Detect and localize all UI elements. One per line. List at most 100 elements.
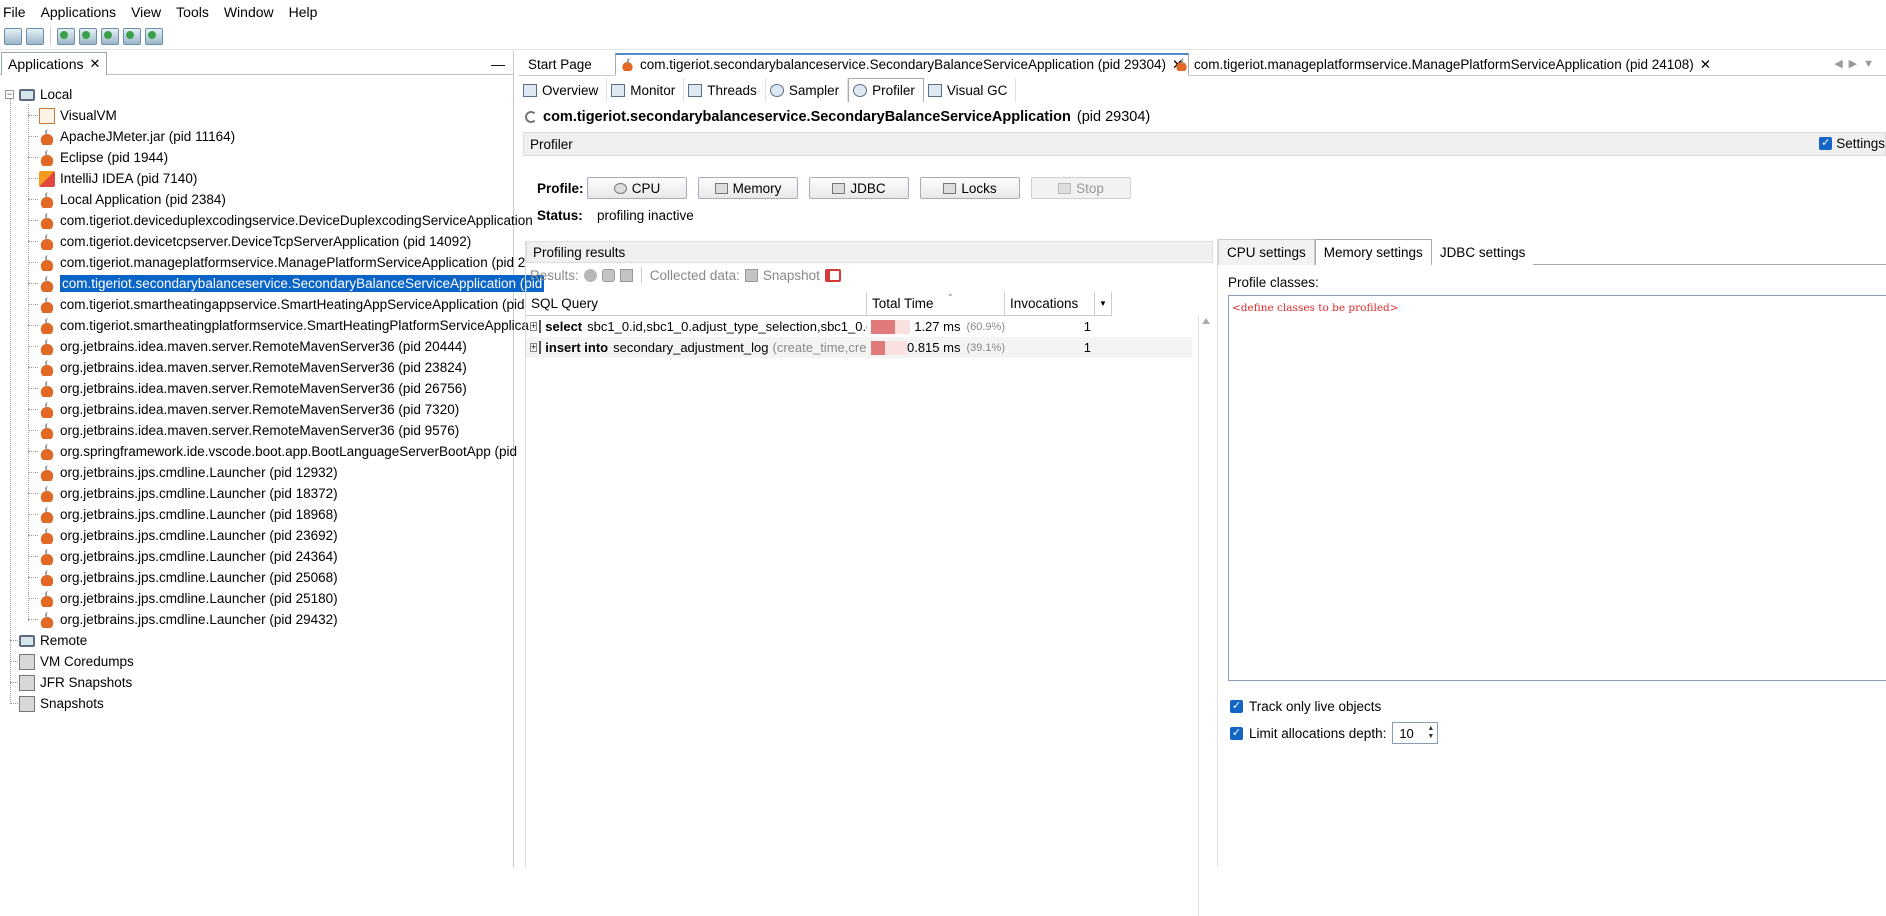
add-jmx-connection-icon[interactable]: [57, 27, 75, 45]
tree-item[interactable]: org.jetbrains.idea.maven.server.RemoteMa…: [39, 378, 467, 399]
tree-item[interactable]: org.jetbrains.idea.maven.server.RemoteMa…: [39, 336, 467, 357]
profile-classes-textarea[interactable]: <define classes to be profiled>: [1228, 295, 1886, 681]
locks-button[interactable]: Locks: [920, 177, 1020, 199]
allocations-depth-stepper[interactable]: 10 ▲ ▼: [1392, 722, 1439, 744]
tree-node[interactable]: Remote: [19, 630, 87, 651]
scroll-up-icon[interactable]: [1202, 318, 1210, 324]
tree-item[interactable]: org.jetbrains.jps.cmdline.Launcher (pid …: [39, 504, 338, 525]
tab-threads[interactable]: Threads: [684, 78, 766, 102]
menu-help[interactable]: Help: [289, 4, 324, 20]
column-sql-query[interactable]: SQL Query: [526, 292, 867, 316]
export-icon[interactable]: [824, 268, 841, 282]
tree-item[interactable]: IntelliJ IDEA (pid 7140): [39, 168, 197, 189]
tab-memory-settings[interactable]: Memory settings: [1314, 239, 1432, 265]
tree-item[interactable]: Eclipse (pid 1944): [39, 147, 168, 168]
tree-item[interactable]: com.tigeriot.secondarybalanceservice.Sec…: [39, 273, 545, 294]
limit-allocations-option[interactable]: ✓ Limit allocations depth: 10 ▲ ▼: [1230, 722, 1439, 744]
tree-item-label: Remote: [40, 633, 88, 648]
table-row[interactable]: + insert into secondary_adjustment_log (cre…: [526, 337, 1192, 358]
tab-visual-gc[interactable]: Visual GC: [924, 78, 1017, 102]
snapshot-label[interactable]: Snapshot: [763, 268, 820, 283]
tree-item[interactable]: ApacheJMeter.jar (pid 11164): [39, 126, 235, 147]
tree-item[interactable]: org.springframework.ide.vscode.boot.app.…: [39, 441, 517, 462]
menu-tools[interactable]: Tools: [176, 4, 215, 20]
tree-item[interactable]: com.tigeriot.smartheatingplatformservice…: [39, 315, 529, 336]
track-live-objects-label: Track only live objects: [1249, 699, 1382, 714]
jdbc-button[interactable]: JDBC: [809, 177, 909, 199]
spinner-arrows-icon[interactable]: ▲ ▼: [1427, 725, 1434, 741]
close-icon[interactable]: ✕: [90, 56, 101, 72]
tree-item[interactable]: VisualVM: [39, 105, 117, 126]
tree-item[interactable]: Local Application (pid 2384): [39, 189, 226, 210]
tab-jdbc-settings[interactable]: JDBC settings: [1431, 239, 1534, 265]
tree-item[interactable]: org.jetbrains.idea.maven.server.RemoteMa…: [39, 420, 459, 441]
refresh-icon[interactable]: [601, 268, 615, 282]
tab-overview[interactable]: Overview: [519, 78, 608, 102]
tab-profiler[interactable]: Profiler: [848, 78, 924, 102]
tree-item[interactable]: org.jetbrains.jps.cmdline.Launcher (pid …: [39, 546, 338, 567]
tree-node[interactable]: Local: [19, 84, 72, 105]
tree-item[interactable]: com.tigeriot.manageplatformservice.Manag…: [39, 252, 525, 273]
tree-node[interactable]: JFR Snapshots: [19, 672, 132, 693]
tree-item[interactable]: org.jetbrains.idea.maven.server.RemoteMa…: [39, 357, 467, 378]
tab-monitor[interactable]: Monitor: [607, 78, 685, 102]
stop-button[interactable]: Stop: [1031, 177, 1131, 199]
applications-tabbar: Applications ✕ —: [0, 51, 513, 75]
menu-file[interactable]: File: [3, 4, 32, 20]
load-application-icon[interactable]: [4, 27, 22, 45]
minimize-icon[interactable]: —: [491, 56, 505, 72]
tab-manage-platform[interactable]: com.tigeriot.manageplatformservice.Manag…: [1170, 53, 1716, 76]
save-icon[interactable]: [26, 27, 44, 45]
close-icon[interactable]: ✕: [1700, 57, 1711, 73]
tree-item[interactable]: org.jetbrains.jps.cmdline.Launcher (pid …: [39, 588, 338, 609]
tree-item[interactable]: org.jetbrains.jps.cmdline.Launcher (pid …: [39, 483, 338, 504]
menu-window[interactable]: Window: [224, 4, 280, 20]
checkbox-checked-icon[interactable]: ✓: [1230, 726, 1243, 740]
tab-secondary-balance[interactable]: com.tigeriot.secondarybalanceservice.Sec…: [615, 53, 1190, 76]
toolbar-separator: [50, 27, 51, 45]
compare-snapshots-icon[interactable]: [145, 27, 163, 45]
tree-item[interactable]: com.tigeriot.devicetcpserver.DeviceTcpSe…: [39, 231, 471, 252]
column-total-time[interactable]: Total Time ⌄: [867, 289, 1005, 316]
tree-item[interactable]: org.jetbrains.jps.cmdline.Launcher (pid …: [39, 567, 338, 588]
tree-line: [28, 220, 38, 221]
tree-node[interactable]: Snapshots: [19, 693, 104, 714]
tree-item[interactable]: com.tigeriot.deviceduplexcodingservice.D…: [39, 210, 533, 231]
vertical-scrollbar[interactable]: [1198, 316, 1212, 916]
tree-line: [28, 178, 38, 179]
application-pid: (pid 29304): [1076, 109, 1151, 125]
tree-item[interactable]: org.jetbrains.jps.cmdline.Launcher (pid …: [39, 462, 338, 483]
tree-line: [10, 99, 11, 704]
reset-icon[interactable]: [619, 268, 633, 282]
table-row[interactable]: + select sbc1_0.id,sbc1_0.adjust_type_sele…: [526, 316, 1192, 337]
column-invocations[interactable]: Invocations: [1005, 292, 1095, 316]
add-snapshot-icon[interactable]: [123, 27, 141, 45]
track-live-objects-option[interactable]: ✓ Track only live objects: [1230, 699, 1381, 714]
cpu-button[interactable]: CPU: [587, 177, 687, 199]
tab-applications[interactable]: Applications ✕: [1, 52, 108, 75]
expand-icon[interactable]: +: [530, 343, 538, 352]
add-remote-host-icon[interactable]: [79, 27, 97, 45]
menu-view[interactable]: View: [131, 4, 167, 20]
snapshot-icon[interactable]: [744, 268, 758, 282]
expand-icon[interactable]: +: [530, 322, 538, 331]
tab-cpu-settings-label: CPU settings: [1227, 245, 1306, 260]
settings-toggle[interactable]: ✓ Settings: [1819, 136, 1885, 151]
collapse-icon[interactable]: −: [5, 90, 14, 99]
tab-sampler[interactable]: Sampler: [766, 78, 849, 102]
column-chooser-icon[interactable]: ▼: [1095, 292, 1112, 316]
tree-item[interactable]: com.tigeriot.smartheatingappservice.Smar…: [39, 294, 524, 315]
checkbox-checked-icon[interactable]: ✓: [1230, 700, 1243, 713]
tab-start-page[interactable]: Start Page: [523, 53, 597, 76]
menu-applications[interactable]: Applications: [41, 4, 123, 20]
memory-button[interactable]: Memory: [698, 177, 798, 199]
tab-scroll-arrows-icon[interactable]: ◀▶▼: [1834, 57, 1880, 70]
checkbox-checked-icon[interactable]: ✓: [1819, 137, 1833, 150]
record-icon[interactable]: [583, 268, 597, 282]
tree-node[interactable]: VM Coredumps: [19, 651, 134, 672]
tree-item[interactable]: org.jetbrains.jps.cmdline.Launcher (pid …: [39, 609, 338, 630]
tab-cpu-settings[interactable]: CPU settings: [1218, 239, 1315, 265]
tree-item[interactable]: org.jetbrains.jps.cmdline.Launcher (pid …: [39, 525, 338, 546]
add-coredump-icon[interactable]: [101, 27, 119, 45]
tree-item[interactable]: org.jetbrains.idea.maven.server.RemoteMa…: [39, 399, 459, 420]
